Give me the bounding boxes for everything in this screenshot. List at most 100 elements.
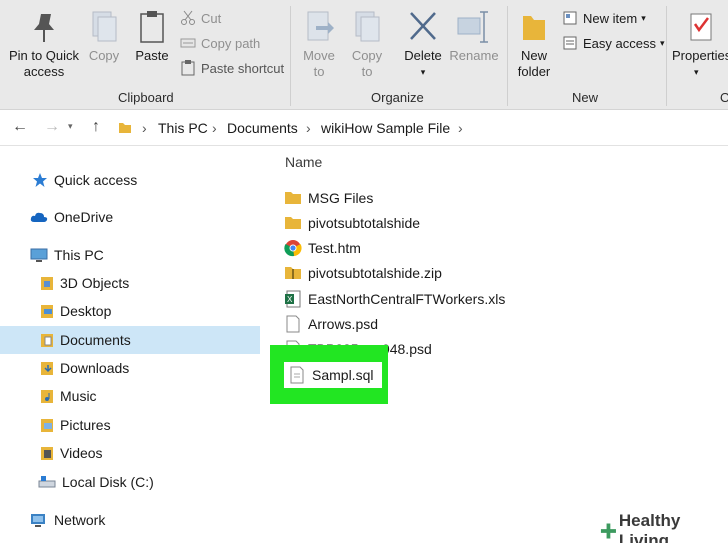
file-icon bbox=[290, 366, 304, 384]
paste-shortcut-icon bbox=[181, 60, 195, 76]
new-item-button[interactable]: New item ▾ bbox=[562, 10, 646, 26]
folder-3d-icon bbox=[41, 277, 53, 290]
paste-button[interactable]: Paste bbox=[134, 10, 170, 64]
new-folder-label-2: folder bbox=[517, 64, 551, 79]
file-row-pivotsubtotalshide-zip[interactable]: pivotsubtotalshide.zip bbox=[284, 261, 442, 285]
scissors-icon bbox=[181, 10, 195, 25]
rename-button[interactable]: Rename bbox=[448, 10, 500, 64]
new-folder-button[interactable]: New folder bbox=[512, 10, 556, 80]
svg-text:X: X bbox=[287, 295, 293, 304]
nav-item-desktop[interactable]: Desktop bbox=[0, 297, 260, 325]
ribbon-separator bbox=[290, 6, 291, 106]
nav-item-network[interactable]: Network bbox=[0, 506, 260, 534]
nav-label: This PC bbox=[54, 247, 104, 263]
network-icon bbox=[31, 514, 45, 527]
file-name: EastNorthCentralFTWorkers.xls bbox=[308, 291, 506, 307]
nav-item-videos[interactable]: Videos bbox=[0, 439, 260, 467]
new-item-icon bbox=[563, 11, 577, 25]
new-item-label: New item bbox=[583, 10, 638, 26]
excel-icon: X bbox=[285, 290, 301, 308]
disk-icon bbox=[38, 476, 56, 488]
nav-label: Documents bbox=[60, 332, 131, 348]
file-row-msg-files[interactable]: MSG Files bbox=[284, 186, 373, 210]
copy-path-icon bbox=[180, 38, 196, 48]
breadcrumb-separator-icon: › bbox=[306, 120, 311, 136]
star-icon bbox=[33, 173, 47, 187]
breadcrumb-documents[interactable]: Documents bbox=[227, 120, 298, 136]
cut-label: Cut bbox=[201, 10, 222, 26]
move-to-label: Move bbox=[303, 48, 335, 63]
ribbon: Pin to Quick access Copy Paste Cut Copy … bbox=[0, 0, 728, 110]
delete-button[interactable]: Delete ▾ bbox=[400, 10, 446, 80]
ribbon-separator bbox=[507, 6, 508, 106]
file-row-arrows-psd[interactable]: Arrows.psd bbox=[284, 312, 378, 336]
dropdown-arrow-icon: ▾ bbox=[420, 67, 426, 77]
nav-label: Pictures bbox=[60, 417, 111, 433]
nav-item-this-pc[interactable]: This PC bbox=[0, 241, 260, 269]
easy-access-button[interactable]: Easy access ▾ bbox=[562, 35, 665, 51]
file-icon bbox=[286, 315, 300, 333]
file-row-pivotsubtotalshide[interactable]: pivotsubtotalshide bbox=[284, 211, 420, 235]
new-folder-icon bbox=[523, 16, 545, 40]
file-name: Arrows.psd bbox=[308, 316, 379, 332]
chrome-icon bbox=[284, 240, 302, 257]
pin-to-quick-access-button[interactable]: Pin to Quick access bbox=[6, 10, 82, 80]
new-folder-label: New bbox=[520, 48, 547, 63]
computer-icon bbox=[30, 248, 48, 262]
copy-to-button[interactable]: Copy to bbox=[348, 10, 386, 80]
properties-button[interactable]: Properties ▾ bbox=[672, 10, 728, 80]
new-group-label: New bbox=[572, 90, 599, 105]
up-arrow-icon[interactable]: ↑ bbox=[92, 118, 100, 136]
nav-item-downloads[interactable]: Downloads bbox=[0, 354, 260, 382]
name-column-header[interactable]: Name bbox=[285, 154, 322, 170]
pin-label: Pin to Quick bbox=[8, 48, 80, 63]
nav-item-quick-access[interactable]: Quick access bbox=[0, 166, 260, 194]
recent-locations-chevron-icon[interactable]: ▾ bbox=[68, 121, 73, 132]
nav-item-pictures[interactable]: Pictures bbox=[0, 411, 260, 439]
watermark-text: Healthy Living bbox=[618, 510, 681, 543]
paste-shortcut-button[interactable]: Paste shortcut bbox=[180, 60, 284, 76]
address-bar: ← → ▾ ↑ › This PC › Documents › wikiHow … bbox=[0, 110, 728, 146]
nav-label: 3D Objects bbox=[60, 275, 130, 291]
nav-label: Videos bbox=[60, 445, 103, 461]
nav-label: Quick access bbox=[54, 172, 138, 188]
folder-icon bbox=[285, 192, 301, 204]
cut-button[interactable]: Cut bbox=[180, 10, 221, 26]
breadcrumb-wikihow-sample-file[interactable]: wikiHow Sample File bbox=[321, 120, 450, 136]
plus-leaf-icon bbox=[600, 522, 616, 539]
copy-path-label: Copy path bbox=[201, 35, 261, 51]
file-name: MSG Files bbox=[308, 190, 374, 206]
nav-item-music[interactable]: Music bbox=[0, 382, 260, 410]
nav-item-3d-objects[interactable]: 3D Objects bbox=[0, 269, 260, 297]
nav-item-documents[interactable]: Documents bbox=[0, 326, 260, 354]
file-row-sampl-sql[interactable]: Sampl.sql bbox=[284, 362, 382, 388]
x-icon bbox=[410, 12, 436, 40]
back-arrow-icon[interactable]: ← bbox=[12, 118, 28, 136]
folder-icon bbox=[285, 217, 301, 229]
copy-path-button[interactable]: Copy path bbox=[180, 35, 260, 51]
navigation-pane: Quick access OneDrive This PC 3D Objects… bbox=[0, 146, 262, 543]
properties-label: Properties bbox=[672, 48, 728, 63]
copy-to-icon bbox=[355, 11, 380, 42]
forward-arrow-icon[interactable]: → bbox=[44, 118, 60, 136]
file-row-test-htm[interactable]: Test.htm bbox=[284, 236, 361, 260]
open-group-label: O bbox=[720, 90, 728, 105]
folder-icon bbox=[119, 123, 131, 133]
breadcrumb-separator-icon: › bbox=[212, 120, 217, 136]
nav-label: Desktop bbox=[60, 303, 112, 319]
copy-button[interactable]: Copy bbox=[86, 10, 122, 64]
folder-documents-icon bbox=[41, 334, 53, 347]
breadcrumb-this-pc[interactable]: This PC bbox=[158, 120, 208, 136]
nav-item-local-disk[interactable]: Local Disk (C:) bbox=[0, 468, 260, 496]
ribbon-separator bbox=[666, 6, 667, 106]
nav-item-onedrive[interactable]: OneDrive bbox=[0, 203, 260, 231]
copy-to-label-2: to bbox=[361, 64, 373, 79]
dropdown-arrow-icon: ▾ bbox=[659, 37, 665, 48]
paste-label: Paste bbox=[135, 48, 169, 63]
file-row-eastnorthcentralftworkers-xls[interactable]: X EastNorthCentralFTWorkers.xls bbox=[284, 287, 505, 311]
properties-icon bbox=[690, 13, 712, 41]
move-to-button[interactable]: Move to bbox=[300, 10, 338, 80]
move-to-label-2: to bbox=[313, 64, 325, 79]
paste-icon bbox=[140, 11, 164, 43]
rename-icon bbox=[457, 11, 488, 43]
